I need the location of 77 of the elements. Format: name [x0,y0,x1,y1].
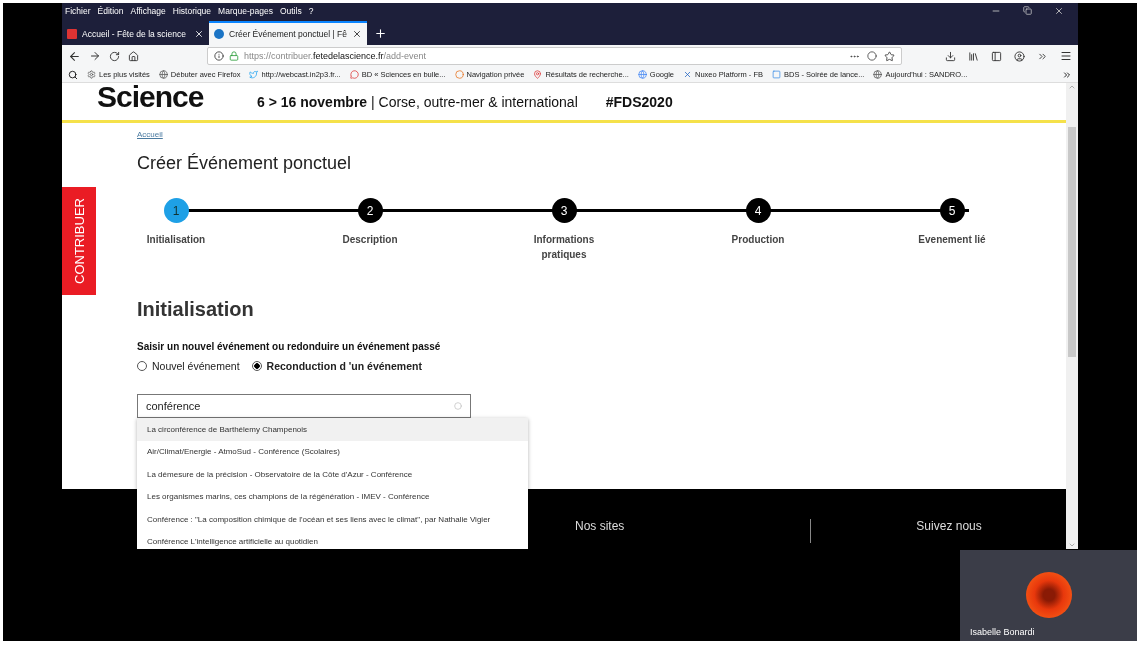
home-icon[interactable] [128,50,139,62]
page-title: Créer Événement ponctuel [137,153,353,174]
bookmark-icon [454,70,464,79]
download-icon[interactable] [945,50,956,62]
bookmark-icon [873,70,883,79]
radio-option[interactable]: Nouvel événement [137,360,240,372]
menu-item[interactable]: Marque-pages [218,6,273,16]
sidebar-icon[interactable] [991,50,1002,62]
menu-item[interactable]: Outils [279,6,302,16]
search-icon[interactable] [68,69,78,80]
info-icon[interactable] [214,51,224,61]
suggestion-item[interactable]: La circonférence de Barthélemy Champenois [137,418,528,441]
menu-item[interactable]: Édition [97,6,124,16]
bookmark-icon [87,70,96,79]
menu-item[interactable]: Historique [172,6,212,16]
radio-option[interactable]: Reconduction d 'un événement [251,360,422,372]
menu-item[interactable]: Fichier [65,6,91,16]
favicon-icon [214,29,224,39]
question-label: Saisir un nouvel événement ou redonduire un événement passé [137,341,442,352]
address-field[interactable]: https://contribuer.fetedelascience.fr/add-event [207,47,902,65]
footer-heading: Nos sites [575,519,625,533]
bookmark-icon [683,70,693,79]
close-icon[interactable] [351,29,362,39]
site-logo[interactable]: Science [97,83,257,112]
back-icon[interactable] [68,49,81,63]
step-label: Description [341,233,399,247]
suggestion-item[interactable]: Les organismes marins, ces champions de la régénération - IMEV - Conférence [137,485,528,508]
reload-icon[interactable] [109,50,120,62]
step-label: Production [730,233,786,247]
browser-tab[interactable]: Accueil - Fête de la science [62,21,209,45]
suggestion-item[interactable]: Air/Climat/Energie - AtmoSud - Conférence (Scolaires) [137,440,528,463]
step-label: Evenement lié [917,233,987,247]
step-circle[interactable]: 2 [357,198,383,223]
url-text: https://contribuer.fetedelascience.fr/add-event [244,51,427,61]
favicon-icon [67,29,77,39]
footer-heading: Suivez nous [916,519,982,533]
bookmark-icon [158,70,168,79]
event-dates: 6 > 16 novembre | Corse, outre-mer & international [257,93,578,110]
avatar-image [1025,572,1072,618]
hashtag: #FDS2020 [605,93,673,110]
restore-icon[interactable] [1023,6,1032,15]
radio-icon[interactable] [137,361,147,371]
library-icon[interactable] [968,50,979,62]
search-field[interactable]: conférence [137,394,471,418]
bookmark-icon [249,70,259,79]
overflow-icon[interactable] [1062,69,1072,80]
forward-icon[interactable] [89,50,101,62]
bookmark-icon [349,70,359,79]
section-title: Initialisation [137,298,255,321]
menu-item[interactable]: ? [308,6,314,16]
menu-item[interactable]: Affichage [130,6,166,16]
close-icon[interactable] [1054,6,1064,16]
step-circle[interactable]: 4 [745,198,771,223]
lock-icon [229,51,239,61]
new-tab-icon[interactable] [373,27,387,40]
tab-title: Créer Événement ponctuel | Fê [229,29,347,39]
contribute-tab[interactable]: CONTRIBUER [62,187,96,295]
star-icon[interactable] [884,50,895,62]
bookmark-icon [637,70,647,79]
close-icon[interactable] [194,29,204,39]
account-icon[interactable] [1014,50,1025,62]
breadcrumb-link[interactable]: Accueil [137,130,163,139]
bookmark-icon [771,70,781,79]
step-circle[interactable]: 1 [163,198,189,223]
bookmark-icon [533,70,543,79]
step-label: Informations pratiques [532,233,596,262]
suggestion-item[interactable]: Conférence : "La composition chimique de l'océan et ses liens avec le climat", par Nathalie Vigier [137,508,528,531]
radio-icon[interactable] [251,361,262,371]
tab-title: Accueil - Fête de la science [82,29,187,39]
suggestion-item[interactable]: La démesure de la précision - Observatoire de la Côte d'Azur - Conférence [137,463,528,486]
step-label: Initialisation [145,233,207,247]
spinner-icon [454,402,462,410]
step-circle[interactable]: 5 [939,198,965,223]
participant-name: Isabelle Bonardi [970,627,1035,637]
step-circle[interactable]: 3 [551,198,577,223]
menu-icon[interactable] [1060,50,1072,62]
browser-tab[interactable]: Créer Événement ponctuel | Fê [209,21,367,45]
